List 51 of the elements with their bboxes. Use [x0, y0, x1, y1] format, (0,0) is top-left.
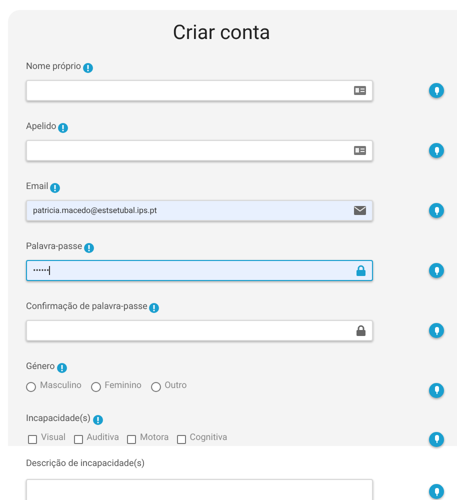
- microphone-button[interactable]: [429, 203, 444, 218]
- microphone-icon: [434, 386, 440, 394]
- radio-button[interactable]: [90, 382, 101, 392]
- microphone-button[interactable]: [429, 323, 444, 338]
- microphone-button[interactable]: [429, 83, 444, 98]
- input-field[interactable]: [26, 140, 373, 161]
- radio-option[interactable]: Masculino: [26, 380, 82, 394]
- field-label: Incapacidade(s): [26, 413, 91, 426]
- field-label: Confirmação de palavra-passe: [26, 301, 148, 314]
- input-field[interactable]: patricia.macedo@estsetubal.ips.pt: [26, 200, 373, 221]
- microphone-button[interactable]: [429, 432, 444, 446]
- checkbox[interactable]: [126, 434, 136, 444]
- input-field[interactable]: ••••••: [26, 260, 373, 281]
- radio-option[interactable]: Outro: [150, 380, 187, 394]
- field-label: Descrição de incapacidade(s): [26, 458, 145, 471]
- field-label: Apelido: [26, 121, 56, 134]
- microphone-icon: [434, 146, 440, 154]
- checkbox-option[interactable]: Visual: [28, 432, 66, 446]
- id-card-icon: [354, 86, 366, 95]
- envelope-icon: [354, 206, 366, 215]
- radio-option[interactable]: Feminino: [90, 380, 142, 394]
- id-card-icon: [354, 146, 366, 155]
- microphone-icon: [434, 488, 440, 496]
- lock-icon: [356, 265, 366, 276]
- microphone-icon: [434, 435, 440, 443]
- form-title: Criar conta: [172, 19, 270, 46]
- checkbox-option[interactable]: Cognitiva: [176, 432, 228, 446]
- field-label: Género: [26, 361, 55, 374]
- checkbox[interactable]: [28, 434, 37, 444]
- microphone-button[interactable]: [429, 382, 444, 398]
- microphone-icon: [434, 86, 440, 94]
- checkbox[interactable]: [176, 434, 186, 444]
- microphone-button[interactable]: [429, 143, 444, 158]
- microphone-button[interactable]: [429, 263, 444, 278]
- lock-icon: [356, 325, 366, 336]
- radio-button[interactable]: [150, 382, 161, 392]
- input-field[interactable]: [26, 80, 373, 101]
- microphone-icon: [434, 326, 440, 334]
- field-label: Nome próprio: [26, 61, 82, 74]
- input-value: patricia.macedo@estsetubal.ips.pt: [33, 204, 158, 216]
- microphone-icon: [434, 206, 440, 214]
- input-value: ••••••: [33, 264, 52, 276]
- microphone-button[interactable]: [429, 484, 444, 499]
- checkbox-option[interactable]: Auditiva: [74, 432, 119, 446]
- input-field[interactable]: [26, 320, 373, 341]
- field-label: Email: [26, 181, 48, 194]
- field-label: Palavra-passe: [26, 241, 82, 254]
- checkbox[interactable]: [74, 434, 83, 444]
- checkbox-option[interactable]: Motora: [126, 432, 169, 446]
- microphone-icon: [434, 266, 440, 274]
- radio-button[interactable]: [26, 382, 36, 392]
